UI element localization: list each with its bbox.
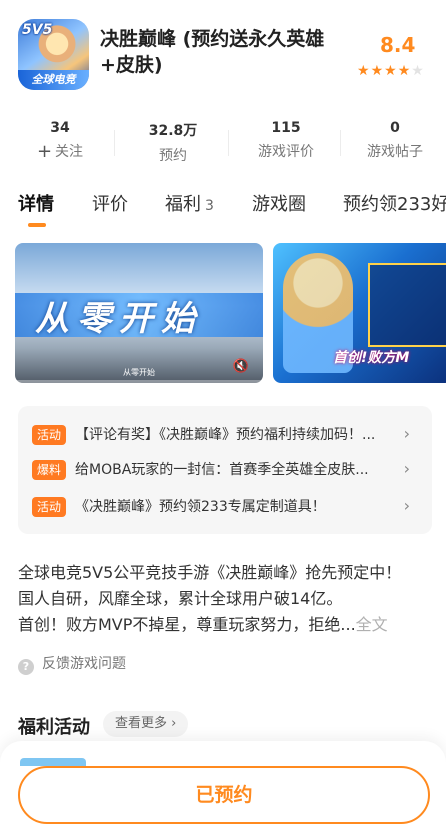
video-preview[interactable]: 从零开始 从零开始 🔇 [15,243,263,383]
stat-divider [228,130,229,156]
star-icon: ★ [357,63,371,79]
stat-reviews-count: 115 [271,120,301,136]
news-tag: 爆料 [32,460,67,480]
benefits-section-title: 福利活动 [18,717,90,738]
stat-divider [340,130,341,156]
description-line: 全球电竞5V5公平竞技手游《决胜巅峰》抢先预定中！ [18,563,402,582]
stat-reserve-count: 32.8万 [148,123,198,139]
stat-reserve: 32.8万 预约 [123,120,223,165]
reserved-button[interactable]: 已预约 [18,766,430,824]
news-tag: 活动 [32,425,67,445]
tab-bar: 详情 评价 福利 3 游戏圈 预约领233好 [0,190,446,230]
description-line: 国人自研，风靡全球，累计全球用户破14亿。 [18,589,343,608]
feedback-label: 反馈游戏问题 [42,656,126,672]
tab-game-circle[interactable]: 游戏圈 [252,190,306,216]
stat-reviews[interactable]: 115 游戏评价 [236,120,336,161]
mute-icon[interactable]: 🔇 [233,359,249,374]
rating-score: 8.4 [380,33,416,57]
active-tab-indicator [28,223,46,227]
video-title: 从零开始 [35,299,203,339]
see-more-button[interactable]: 查看更多 › [103,711,189,737]
app-icon-tag: 全球电竞 [18,70,89,90]
chevron-right-icon: › [403,424,410,443]
screenshot-banner: 首创!败方M [333,350,410,366]
star-icon: ★ [397,63,412,79]
stat-follow-count: 34 [50,120,70,136]
app-icon-badge: 5V5 [22,22,53,38]
news-item[interactable]: 活动 《决胜巅峰》预约领233专属定制道具！ › [32,495,420,519]
stat-reserve-label: 预约 [159,148,187,164]
stat-posts-count: 0 [390,120,400,136]
app-icon[interactable]: 5V5 全球电竞 [18,19,89,90]
star-empty-icon: ★ [411,63,425,79]
chevron-right-icon: › [403,459,410,478]
video-progress-bar [15,380,263,383]
tab-benefits[interactable]: 福利 3 [165,190,214,216]
stat-posts[interactable]: 0 游戏帖子 [345,120,445,161]
tab-details[interactable]: 详情 [18,190,54,216]
feedback-link[interactable]: ? 反馈游戏问题 [18,653,126,675]
stat-reviews-label: 游戏评价 [258,144,314,160]
stats-row: 34 + 关注 32.8万 预约 115 游戏评价 0 游戏帖子 [0,120,446,168]
question-icon: ? [18,659,34,675]
star-icon: ★ [384,63,398,79]
app-header: 5V5 全球电竞 决胜巅峰 (预约送永久英雄+皮肤) 8.4 ★★★★★ [0,0,446,110]
stat-divider [114,130,115,156]
news-text: 【评论有奖】《决胜巅峰》预约福利持续加码！... [75,427,376,443]
app-title: 决胜巅峰 (预约送永久英雄+皮肤) [100,28,325,76]
stat-posts-label: 游戏帖子 [367,144,423,160]
news-item[interactable]: 爆料 给MOBA玩家的一封信：首赛季全英雄全皮肤... › [32,458,420,482]
stat-follow[interactable]: 34 + 关注 [10,120,110,161]
news-text: 给MOBA玩家的一封信：首赛季全英雄全皮肤... [75,462,369,478]
tab-reviews[interactable]: 评价 [92,190,128,216]
news-tag: 活动 [32,497,67,517]
description-line-text: 首创！败方MVP不掉星，尊重玩家努力，拒绝... [18,615,356,634]
tab-reserve-gift[interactable]: 预约领233好 [343,190,446,216]
game-description: 全球电竞5V5公平竞技手游《决胜巅峰》抢先预定中！ 国人自研，风靡全球，累计全球… [18,560,430,638]
news-text: 《决胜巅峰》预约领233专属定制道具！ [75,499,326,515]
rating-stars: ★★★★★ [357,63,425,79]
screenshot-preview[interactable]: 首创!败方M [273,243,446,383]
news-list: 活动 【评论有奖】《决胜巅峰》预约福利持续加码！... › 爆料 给MOBA玩家… [18,406,432,534]
description-line: 首创！败方MVP不掉星，尊重玩家努力，拒绝...全文 [18,612,430,638]
star-icon: ★ [370,63,385,79]
news-item[interactable]: 活动 【评论有奖】《决胜巅峰》预约福利持续加码！... › [32,423,420,447]
tab-benefits-label: 福利 [165,194,201,215]
chevron-right-icon: › [403,496,410,515]
stat-follow-label: 关注 [55,144,84,160]
plus-icon: + [36,141,53,162]
screenshot-panel [368,263,446,347]
expand-description-link[interactable]: 全文 [356,615,388,634]
tab-benefits-count: 3 [205,198,214,214]
content-peek [20,758,86,766]
video-subtitle: 从零开始 [123,368,155,377]
